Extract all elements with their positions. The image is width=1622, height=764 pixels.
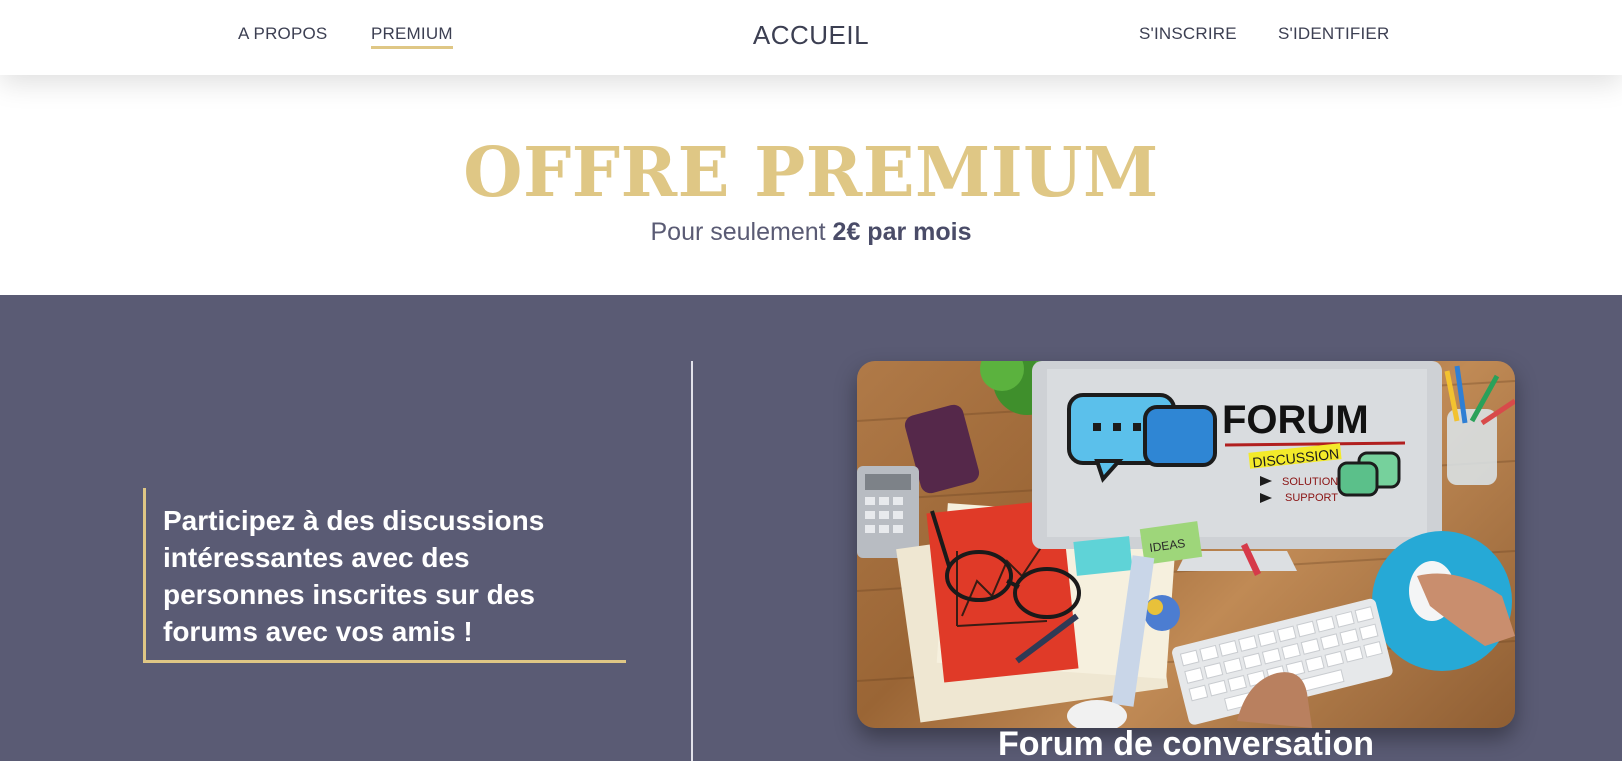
tag-support: SUPPORT: [1285, 492, 1338, 504]
yarn-ball-icon: [1144, 595, 1180, 631]
tag-solution: SOLUTION: [1282, 476, 1338, 488]
sticky-note: [1073, 536, 1133, 576]
page-subtitle: Pour seulement 2€ par mois: [0, 218, 1622, 247]
page-title: OFFRE PREMIUM: [463, 133, 1159, 213]
calculator-icon: [857, 466, 919, 558]
quote-box: Participez à des discussions intéressant…: [143, 488, 626, 663]
forum-illustration-svg: FORUM DISCUSSION SOLUTION SUPPORT IDEAS: [857, 361, 1515, 728]
feature-quote: Participez à des discussions intéressant…: [163, 505, 545, 647]
top-navbar: A PROPOS PREMIUM ACCUEIL S'INSCRIRE S'ID…: [0, 0, 1622, 75]
nav-link-signin[interactable]: S'IDENTIFIER: [1278, 24, 1389, 44]
forum-illustration: FORUM DISCUSSION SOLUTION SUPPORT IDEAS: [857, 361, 1515, 728]
section-divider: [691, 361, 693, 761]
nav-link-home[interactable]: ACCUEIL: [753, 20, 869, 50]
subtitle-prefix: Pour seulement: [650, 218, 833, 246]
feature-section: Participez à des discussions intéressant…: [0, 295, 1622, 763]
feature-caption: Forum de conversation: [998, 725, 1374, 763]
nav-link-signup[interactable]: S'INSCRIRE: [1139, 24, 1237, 44]
nav-link-premium[interactable]: PREMIUM: [371, 24, 453, 49]
screen-title: FORUM: [1222, 398, 1369, 442]
monitor-icon: FORUM DISCUSSION SOLUTION SUPPORT: [1032, 361, 1442, 571]
nav-link-about[interactable]: A PROPOS: [238, 24, 327, 44]
price-label: 2€ par mois: [832, 218, 972, 246]
